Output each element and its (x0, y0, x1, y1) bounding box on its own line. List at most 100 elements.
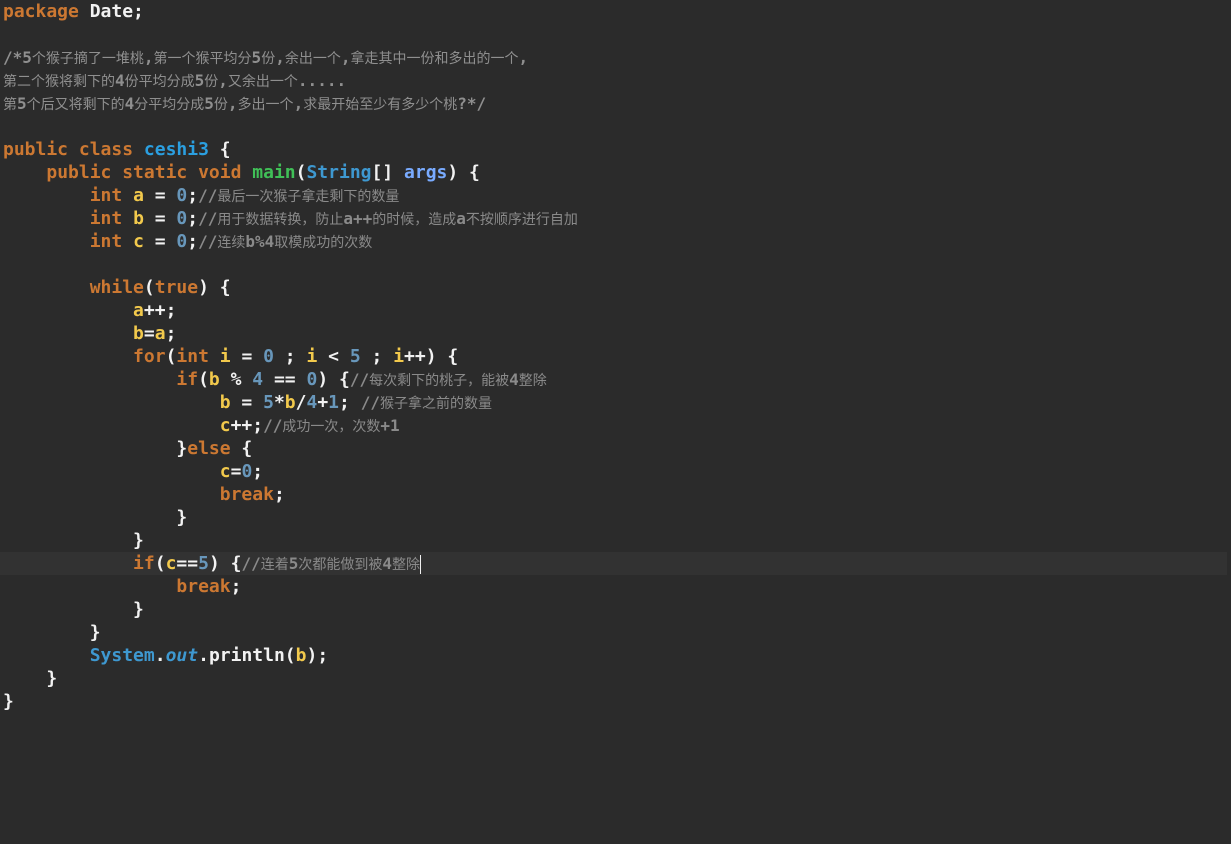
code-line-b-calc[interactable]: b = 5*b/4+1; //猴子拿之前的数量 (3, 391, 492, 414)
code-token-fn: main (252, 162, 296, 183)
code-token-plain: = (143, 185, 177, 206)
code-comment: //成功一次，次数+1 (263, 416, 400, 435)
code-token-var: a (133, 185, 144, 206)
code-line-close-if[interactable]: } (3, 506, 187, 529)
code-token-num: 0 (263, 346, 274, 367)
code-token-plain: ( (165, 346, 177, 367)
code-token-var: c (165, 553, 177, 574)
code-token-kw: if (176, 369, 199, 390)
code-token-var: i (393, 346, 405, 367)
code-token-var: i (306, 346, 318, 367)
code-line-int-a[interactable]: int a = 0;//最后一次猴子拿走剩下的数量 (3, 184, 400, 207)
code-token-kw: public class (3, 139, 144, 160)
code-token-var: b (133, 208, 144, 229)
code-comment: //最后一次猴子拿走剩下的数量 (198, 186, 400, 205)
code-comment: 第5个后又将剩下的4分平均分成5份,多出一个,求最开始至少有多少个桃?*/ (3, 94, 487, 113)
code-line-package[interactable]: package Date; (3, 0, 144, 23)
code-line-a-increment[interactable]: a++; (3, 299, 176, 322)
code-token-num: 5 (198, 553, 209, 574)
code-token-plain: [] (371, 162, 405, 183)
code-token-num: 5 (263, 392, 274, 413)
code-token-plain: ; (165, 323, 177, 344)
code-token-var: b (219, 392, 231, 413)
code-token-plain: ( (154, 553, 166, 574)
code-token-plain: = (143, 323, 155, 344)
code-token-plain: ; (252, 461, 264, 482)
code-token-plain: = (143, 208, 177, 229)
code-token-plain: ) { (208, 553, 242, 574)
code-token-plain: } (3, 438, 188, 459)
code-comment: //连着5次都能做到被4整除 (241, 554, 421, 573)
code-token-plain: ) { (317, 369, 350, 390)
code-line-break-outer[interactable]: break; (3, 575, 241, 598)
code-line-comment-1[interactable]: /*5个猴子摘了一堆桃,第一个猴平均分5份,余出一个,拿走其中一份和多出的一个, (3, 46, 528, 69)
code-line-close-main[interactable]: } (3, 667, 57, 690)
code-token-plain: ++; (143, 300, 177, 321)
code-comment: //连续b%4取模成功的次数 (198, 232, 373, 251)
code-comment: //猴子拿之前的数量 (360, 393, 492, 412)
code-line-close-class[interactable]: } (3, 690, 14, 713)
code-comment: //用于数据转换，防止a++的时候，造成a不按顺序进行自加 (198, 209, 578, 228)
code-token-num: 0 (176, 208, 188, 229)
code-token-var: c (219, 461, 231, 482)
code-token-plain: = (230, 346, 264, 367)
text-cursor (420, 554, 422, 574)
code-token-plain: * (273, 392, 285, 413)
code-line-c-reset[interactable]: c=0; (3, 460, 263, 483)
code-token-var: a (154, 323, 166, 344)
code-token-kw: else (187, 438, 231, 459)
code-token-plain: ; (273, 346, 307, 367)
code-line-int-c[interactable]: int c = 0;//连续b%4取模成功的次数 (3, 230, 373, 253)
code-token-kw: public static void (46, 162, 253, 183)
code-comment: 第二个猴将剩下的4份平均分成5份,又余出一个..... (3, 71, 347, 90)
code-line-close-for[interactable]: } (3, 529, 144, 552)
code-line-comment-3[interactable]: 第5个后又将剩下的4分平均分成5份,多出一个,求最开始至少有多少个桃?*/ (3, 92, 486, 115)
code-line-println[interactable]: System.out.println(b); (3, 644, 328, 667)
code-line-break-inner[interactable]: break; (3, 483, 285, 506)
code-line-comment-2[interactable]: 第二个猴将剩下的4份平均分成5份,又余出一个..... (3, 69, 346, 92)
code-token-plain: ; (230, 576, 242, 597)
code-token-kw: break (219, 484, 274, 505)
code-line-if-mod[interactable]: if(b % 4 == 0) {//每次剩下的桃子，能被4整除 (3, 368, 547, 391)
code-line-else[interactable]: }else { (3, 437, 252, 460)
code-token-plain: { (230, 438, 253, 459)
code-token-plain: ( (295, 162, 307, 183)
code-token-plain: println( (208, 645, 296, 666)
code-line-c-increment[interactable]: c++;//成功一次，次数+1 (3, 414, 400, 437)
code-token-plain: } (3, 507, 188, 528)
code-token-plain: % (219, 369, 253, 390)
code-token-plain: / (295, 392, 307, 413)
code-token-plain: . (198, 645, 209, 666)
code-token-num: 5 (349, 346, 361, 367)
code-token-plain: Date; (78, 1, 144, 22)
code-line-b-assign[interactable]: b=a; (3, 322, 176, 345)
code-token-plain: + (317, 392, 329, 413)
code-line-close-while[interactable]: } (3, 621, 101, 644)
code-token-num: 4 (252, 369, 264, 390)
code-token-plain: } (3, 599, 144, 620)
code-line-int-b[interactable]: int b = 0;//用于数据转换，防止a++的时候，造成a不按顺序进行自加 (3, 207, 578, 230)
code-token-var: c (133, 231, 144, 252)
code-line-close-if-c5[interactable]: } (3, 598, 144, 621)
code-token-plain: ( (198, 369, 209, 390)
code-token-plain: ++) { (404, 346, 459, 367)
code-editor[interactable]: package Date; /*5个猴子摘了一堆桃,第一个猴平均分5份,余出一个… (0, 0, 1231, 844)
code-line-main-decl[interactable]: public static void main(String[] args) { (3, 161, 480, 184)
code-line-if-c5[interactable]: if(c==5) {//连着5次都能做到被4整除 (3, 552, 422, 575)
code-token-plain: = (230, 392, 264, 413)
code-token-plain: { (208, 139, 231, 160)
code-line-for[interactable]: for(int i = 0 ; i < 5 ; i++) { (3, 345, 458, 368)
code-token-var: c (219, 415, 231, 436)
code-line-class-decl[interactable]: public class ceshi3 { (3, 138, 231, 161)
code-comment: //每次剩下的桃子，能被4整除 (349, 370, 547, 389)
code-line-while[interactable]: while(true) { (3, 276, 231, 299)
code-token-plain: } (3, 622, 101, 643)
